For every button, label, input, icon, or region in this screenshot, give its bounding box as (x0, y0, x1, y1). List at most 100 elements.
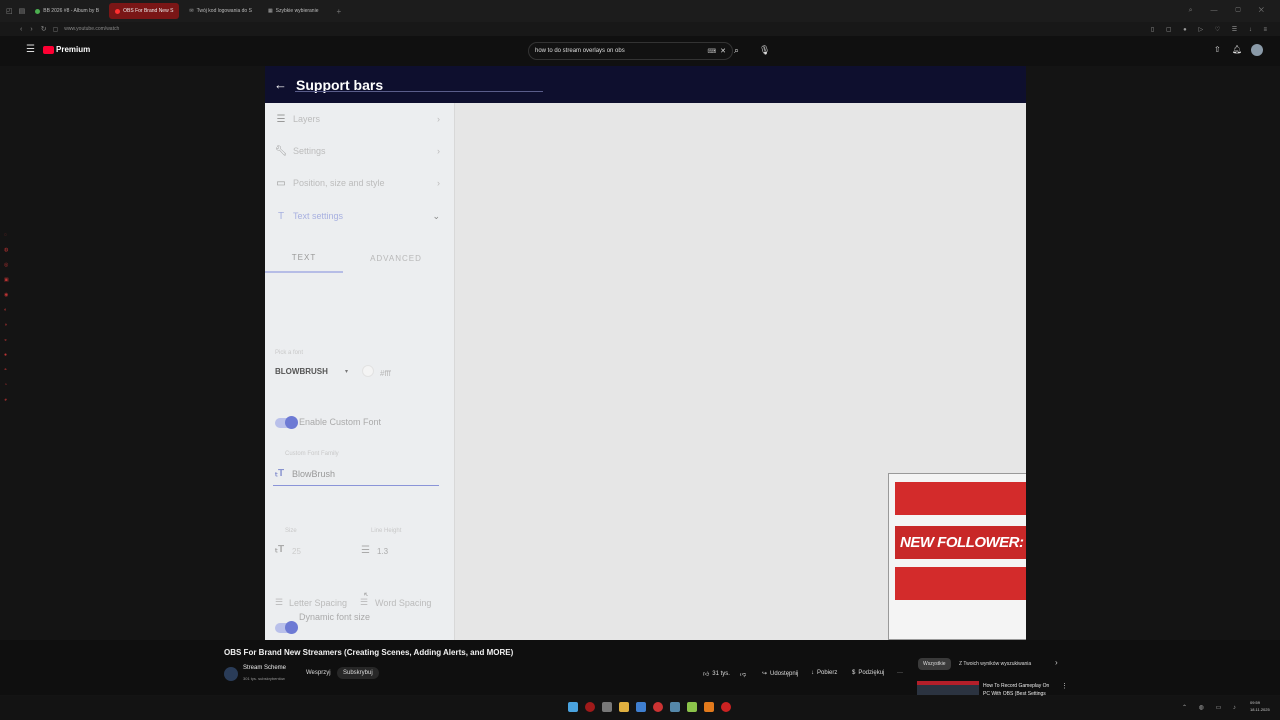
microphone-icon[interactable]: 🎙︎ (759, 45, 770, 56)
search-icon[interactable]: ⌕ (734, 45, 739, 56)
browser-menu-icon[interactable]: ◰ (6, 7, 13, 15)
line-height-value: 1.3 (377, 547, 389, 556)
line-height-label: Line Height (371, 528, 402, 534)
url-text[interactable]: www.youtube.com/watch (64, 26, 119, 32)
text-icon: T (277, 210, 285, 222)
join-button[interactable]: Wesprzyj (306, 670, 331, 676)
sidebar-icon[interactable]: ◐ (4, 307, 14, 313)
sidebar-icon[interactable]: ◑ (4, 322, 14, 328)
sidebar-icon[interactable]: ▣ (4, 277, 14, 283)
sidebar-icon[interactable]: ◍ (4, 247, 14, 253)
sidebar-icon[interactable]: ◎ (4, 262, 14, 268)
sidebar-icon[interactable]: ◌ (4, 232, 14, 238)
youtube-tab-icon (115, 8, 121, 14)
grid-icon: ▦ (267, 8, 273, 14)
upload-icon[interactable]: ⇧ (1214, 45, 1221, 54)
app-icon[interactable] (602, 702, 612, 712)
panel-bottom-labels: ☰ Letter Spacing ☰ Word Spacing (265, 596, 454, 612)
app-icon[interactable] (653, 702, 663, 712)
title-underline (295, 91, 543, 92)
reload-icon[interactable]: ↻ (41, 25, 47, 33)
taskbar: ⌃ ◍ ▭ ♪ 09:59 18.11.2025 (0, 696, 1280, 720)
letter-spacing-icon: ☰ (275, 597, 284, 607)
clock-time[interactable]: 09:59 (1250, 700, 1260, 705)
font-size-icon: ₜT (275, 544, 285, 555)
alert-preview: NEW FOLLOWER: IT (888, 473, 1026, 640)
thumbs-down-icon: 👎︎ (740, 672, 747, 678)
window-controls[interactable]: ⌕ — ▢ ✕ (1189, 7, 1272, 15)
back-icon[interactable]: ‹ (20, 26, 22, 33)
notifications-icon[interactable]: 🔔︎ (1232, 45, 1242, 54)
sidebar-icon[interactable]: ◕ (4, 397, 14, 403)
browser-sidebar: ◌ ◍ ◎ ▣ ◉ ◐ ◑ ◒ ● ◓ ◔ ◕ (4, 232, 14, 462)
address-bar: ‹ › ↻ ▢ www.youtube.com/watch ▯ ▢ ● ▷ ♡ … (0, 22, 1280, 36)
size-label: Size (285, 528, 297, 534)
size-value: 25 (292, 547, 301, 556)
sidebar-icon[interactable]: ◉ (4, 292, 14, 298)
download-button[interactable]: ↓ Pobierz (811, 670, 837, 676)
color-swatch (362, 365, 374, 377)
search-input[interactable]: how to do stream overlays on obs ⌨ ✕ (528, 42, 733, 60)
pick-font-label: Pick a font (275, 350, 304, 356)
sidebar-icon[interactable]: ● (4, 352, 14, 358)
thanks-icon: $ (852, 670, 856, 676)
app-icon[interactable] (687, 702, 697, 712)
more-actions-button[interactable]: ··· (897, 670, 903, 676)
video-player[interactable]: ← Support bars ☰ Layers › 🔧︎ Settings › … (265, 66, 1026, 640)
chevron-right-icon: › (437, 178, 440, 188)
sidebar-icon[interactable]: ◔ (4, 382, 14, 388)
download-icon: ↓ (811, 670, 814, 676)
sidebar-icon[interactable]: ◓ (4, 367, 14, 373)
chevron-right-icon: › (437, 114, 440, 124)
folder-icon[interactable] (619, 702, 629, 712)
subscriber-count: 301 tys. subskrybentów (243, 676, 285, 681)
tab-album[interactable]: BB 2026 #8 - Album by B (29, 3, 105, 19)
tab-list-icon[interactable]: ▤ (19, 7, 26, 15)
tab-speed-dial[interactable]: ▦ Szybkie wybieranie (262, 3, 325, 19)
extension-icons[interactable]: ▯ ▢ ● ▷ ♡ ☰ ↓ ≡ (1151, 26, 1272, 33)
forward-icon[interactable]: › (30, 26, 32, 33)
thumbs-up-icon: 👍︎ (703, 672, 710, 678)
opera-icon[interactable] (585, 702, 595, 712)
next-video-thumbnail[interactable] (917, 681, 979, 695)
line-height-icon: ☰ (361, 545, 370, 556)
tab-login-code[interactable]: ✉ Twój kod logowania do S (183, 3, 258, 19)
avatar[interactable] (1251, 44, 1263, 56)
app-icon[interactable] (670, 702, 680, 712)
new-tab-icon[interactable]: + (336, 7, 341, 16)
tab-obs-video[interactable]: OBS For Brand New S (109, 3, 180, 19)
app-icon[interactable] (704, 702, 714, 712)
menu-position: ▭ Position, size and style › (276, 177, 440, 189)
chevron-right-icon: › (437, 146, 440, 156)
like-button[interactable]: 👍︎ 31 tys. (703, 670, 730, 678)
app-icon[interactable] (636, 702, 646, 712)
keyboard-icon[interactable]: ⌨ (707, 48, 716, 55)
sidebar-icon[interactable]: ◒ (4, 337, 14, 343)
app-icon[interactable] (721, 702, 731, 712)
subscribe-button[interactable]: Subskrybuj (337, 667, 379, 679)
clock-date[interactable]: 18.11.2025 (1250, 707, 1270, 712)
share-button[interactable]: ↪ Udostępnij (762, 670, 798, 678)
mail-icon: ✉ (189, 8, 194, 14)
settings-panel: ☰ Layers › 🔧︎ Settings › ▭ Position, siz… (265, 103, 454, 640)
browser-tab-bar: ◰ ▤ BB 2026 #8 - Album by B OBS For Bran… (0, 0, 1280, 22)
text-height-icon: ₜT (275, 468, 285, 479)
youtube-logo[interactable]: Premium (43, 45, 90, 54)
tray-icons[interactable]: ⌃ ◍ ▭ ♪ (1182, 704, 1241, 711)
start-icon[interactable] (568, 702, 578, 712)
channel-name[interactable]: Stream Scheme (243, 665, 286, 671)
next-video-menu-icon[interactable]: ⋮ (1061, 682, 1068, 690)
chips-next-icon[interactable]: › (1055, 658, 1058, 667)
next-video-title[interactable]: How To Record Gameplay On PC With OBS (B… (983, 682, 1053, 696)
back-arrow-icon: ← (274, 77, 287, 92)
clear-search-icon[interactable]: ✕ (720, 47, 726, 55)
dynamic-font-toggle (275, 621, 298, 634)
lock-icon: ▢ (52, 26, 59, 33)
hamburger-menu-icon[interactable]: ☰ (26, 44, 35, 55)
dislike-button[interactable]: 👎︎ (740, 670, 746, 678)
chip-all[interactable]: Wszystkie (918, 658, 951, 670)
thanks-button[interactable]: $ Podziękuj (852, 670, 884, 676)
channel-avatar[interactable] (224, 667, 238, 681)
chip-search-results[interactable]: Z Twoich wyników wyszukiwania (954, 658, 1036, 670)
layers-icon: ☰ (276, 113, 286, 125)
